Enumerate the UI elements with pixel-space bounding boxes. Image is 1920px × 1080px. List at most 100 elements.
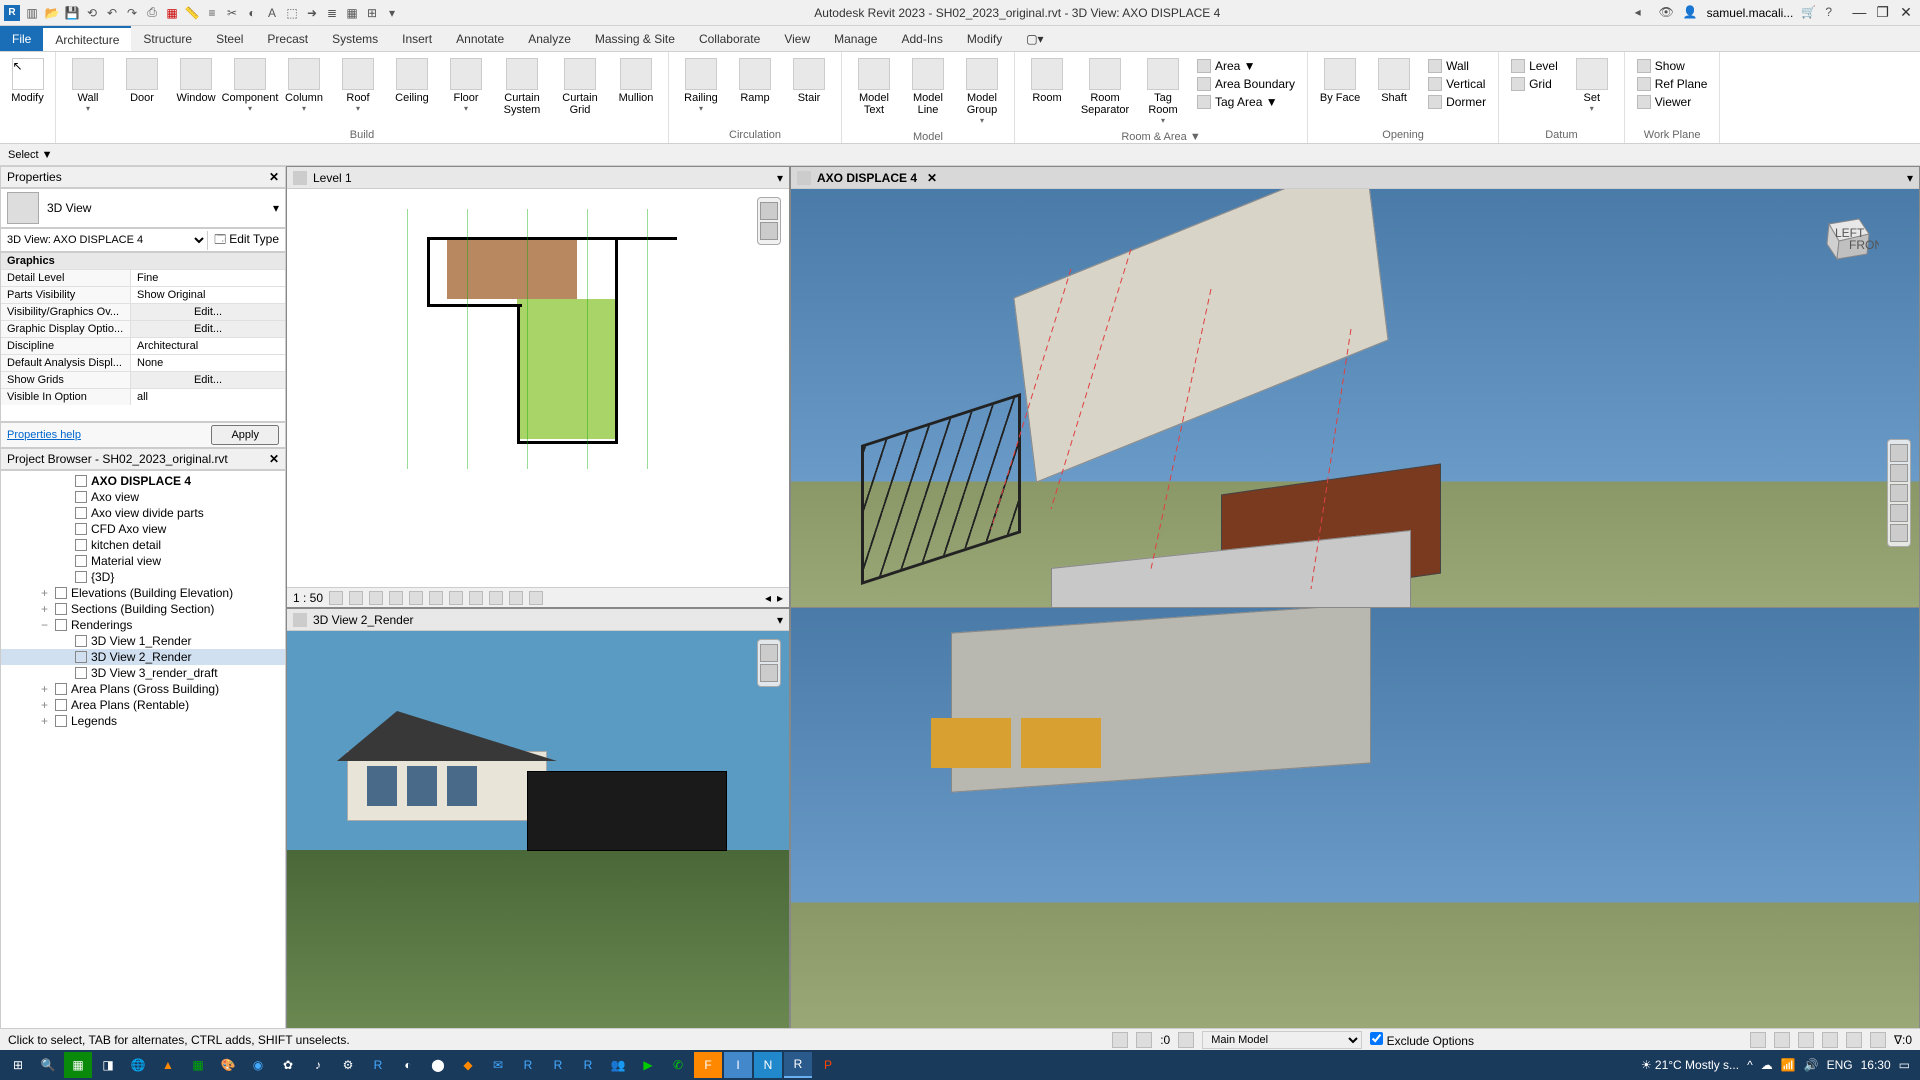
nav-back-icon[interactable]: ◂ [1635,5,1651,21]
axo-canvas[interactable]: LEFTFRONT [791,189,1919,607]
sb-3-icon[interactable] [1798,1032,1814,1048]
tb-whatsapp[interactable]: ✆ [664,1052,692,1078]
qat-save-icon[interactable]: 💾 [64,5,80,21]
properties-close-icon[interactable]: ✕ [269,170,279,184]
keyword-icon[interactable]: 👁 [1659,5,1675,21]
restore-button[interactable]: ❐ [1873,4,1893,21]
window-button[interactable]: Window [170,54,222,108]
expand-icon[interactable]: + [41,602,51,616]
properties-help-link[interactable]: Properties help [7,429,81,441]
tab-addins[interactable]: Add-Ins [889,26,954,51]
sb-6-icon[interactable] [1870,1032,1886,1048]
vc-reveal-icon[interactable] [489,591,503,605]
tab-massing[interactable]: Massing & Site [583,26,687,51]
tb-app11[interactable]: F [694,1052,722,1078]
tag-room-button[interactable]: Tag Room▾ [1137,54,1189,129]
browser-node[interactable]: 3D View 2_Render [1,649,285,665]
opening-wall-button[interactable]: Wall [1426,58,1488,74]
qat-redo-icon[interactable]: ↷ [124,5,140,21]
tray-volume-icon[interactable]: 🔊 [1804,1058,1819,1072]
search-button[interactable]: 🔍 [34,1052,62,1078]
view-cube[interactable]: LEFTFRONT [1809,209,1879,269]
tb-revit3[interactable]: R [544,1052,572,1078]
property-value[interactable]: Show Original [131,287,285,303]
qat-arrow-icon[interactable]: ➜ [304,5,320,21]
plan-canvas[interactable] [287,189,789,587]
plan-tab-dropdown-icon[interactable]: ▾ [777,171,783,185]
status-model-icon[interactable] [1178,1032,1194,1048]
vc-detail-icon[interactable] [329,591,343,605]
vc-shadow-icon[interactable] [389,591,403,605]
browser-node[interactable]: +Sections (Building Section) [1,601,285,617]
tab-analyze[interactable]: Analyze [516,26,583,51]
browser-node[interactable]: +Area Plans (Rentable) [1,697,285,713]
help-icon[interactable]: ? [1825,5,1841,21]
browser-node[interactable]: +Legends [1,713,285,729]
tb-app7[interactable]: ◐ [394,1052,422,1078]
properties-group-header[interactable]: Graphics [1,253,285,269]
tb-revit2[interactable]: R [514,1052,542,1078]
expand-icon[interactable]: − [41,618,51,632]
tb-revit-active[interactable]: R [784,1052,812,1078]
browser-node[interactable]: +Area Plans (Gross Building) [1,681,285,697]
property-value[interactable]: Edit... [131,321,285,337]
browser-node[interactable]: −Renderings [1,617,285,633]
room-button[interactable]: Room [1021,54,1073,108]
component-button[interactable]: Component▾ [224,54,276,117]
area-boundary-button[interactable]: Area Boundary [1195,76,1297,92]
tab-annotate[interactable]: Annotate [444,26,516,51]
instance-dropdown[interactable]: 3D View: AXO DISPLACE 4 [1,231,207,249]
project-browser[interactable]: AXO DISPLACE 4Axo viewAxo view divide pa… [0,470,286,1050]
tab-architecture[interactable]: Architecture [43,26,131,51]
room-separator-button[interactable]: Room Separator [1075,54,1135,120]
property-value[interactable]: None [131,355,285,371]
area-button[interactable]: Area ▼ [1195,58,1297,74]
qat-folder-icon[interactable]: 📂 [44,5,60,21]
browser-node[interactable]: kitchen detail [1,537,285,553]
tb-app1[interactable]: ▦ [64,1052,92,1078]
design-options-dropdown[interactable]: Main Model [1202,1031,1362,1049]
render-canvas[interactable] [287,631,789,1029]
nav-wheel3-icon[interactable] [760,644,778,662]
ref-plane-button[interactable]: Ref Plane [1635,76,1710,92]
property-row[interactable]: Visibility/Graphics Ov...Edit... [1,303,285,320]
tab-view[interactable]: View [772,26,822,51]
status-worksets-icon[interactable] [1112,1032,1128,1048]
tb-chrome[interactable]: 🌐 [124,1052,152,1078]
axo-canvas-lower[interactable] [791,608,1919,1029]
tb-app6[interactable]: ⚙ [334,1052,362,1078]
railing-button[interactable]: Railing▾ [675,54,727,117]
ceiling-button[interactable]: Ceiling [386,54,438,108]
vc-sun-icon[interactable] [369,591,383,605]
tray-chevron-icon[interactable]: ^ [1747,1058,1753,1072]
tb-outlook[interactable]: ✉ [484,1052,512,1078]
modify-button[interactable]: ↖Modify [6,54,49,108]
qat-sync-icon[interactable]: ⟲ [84,5,100,21]
stair-button[interactable]: Stair [783,54,835,108]
property-row[interactable]: DisciplineArchitectural [1,337,285,354]
tray-lang[interactable]: ENG [1827,1058,1853,1072]
curtain-grid-button[interactable]: Curtain Grid [552,54,608,120]
floor-button[interactable]: Floor▾ [440,54,492,117]
vc-extra1-icon[interactable] [509,591,523,605]
vc-crop2-icon[interactable] [449,591,463,605]
set-button[interactable]: Set▾ [1566,54,1618,117]
vc-extra2-icon[interactable] [529,591,543,605]
user-icon[interactable]: 👤 [1683,5,1699,21]
cart-icon[interactable]: 🛒 [1801,5,1817,21]
viewport-plan-tab[interactable]: Level 1 ▾ [287,167,789,189]
column-button[interactable]: Column▾ [278,54,330,117]
user-name[interactable]: samuel.macali... [1707,6,1794,20]
sb-2-icon[interactable] [1774,1032,1790,1048]
tb-app12[interactable]: I [724,1052,752,1078]
qat-open-icon[interactable]: ▥ [24,5,40,21]
qat-dropdown-icon[interactable]: ▾ [384,5,400,21]
nav-wheel-icon[interactable] [760,202,778,220]
property-value[interactable]: Architectural [131,338,285,354]
tray-cloud-icon[interactable]: ☁ [1761,1058,1773,1072]
viewer-button[interactable]: Viewer [1635,94,1710,110]
tab-extra-icon[interactable]: ▢▾ [1014,26,1055,51]
viewport-render-tab[interactable]: 3D View 2_Render ▾ [287,609,789,631]
property-value[interactable]: Edit... [131,304,285,320]
nav-pan3-icon[interactable] [760,664,778,682]
